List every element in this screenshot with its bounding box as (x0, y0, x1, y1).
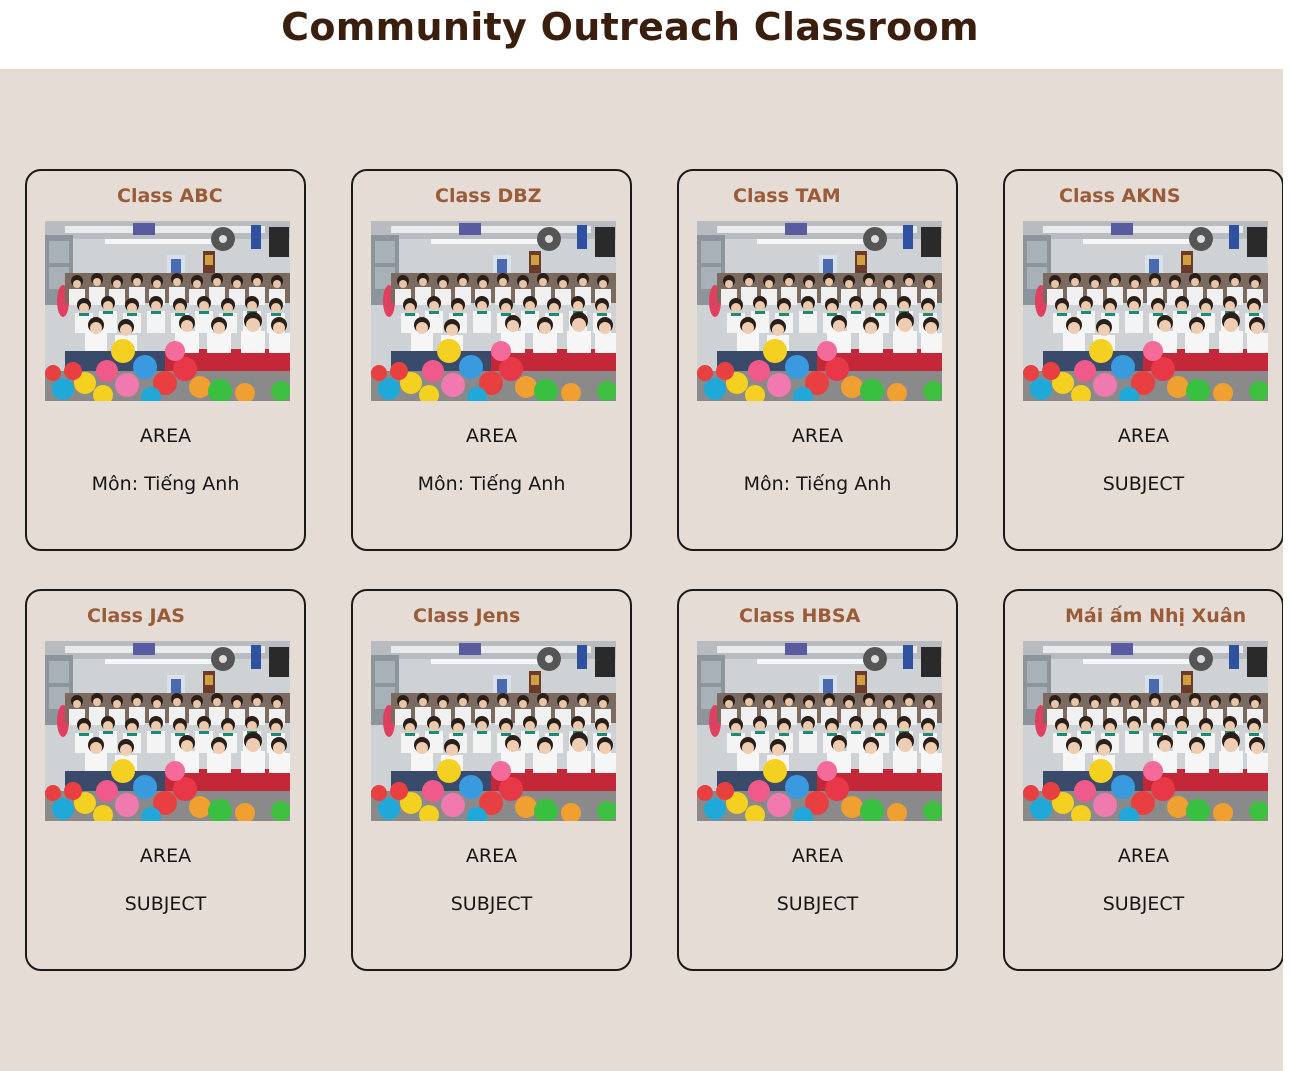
class-subject: Môn: Tiếng Anh (91, 473, 240, 495)
class-photo[interactable] (697, 221, 942, 401)
class-area: AREA (791, 845, 844, 867)
class-photo-image (1023, 221, 1268, 401)
class-photo[interactable] (697, 641, 942, 821)
class-area: AREA (465, 425, 518, 447)
class-photo-image (45, 641, 290, 821)
class-photo-image (697, 641, 942, 821)
class-card[interactable]: Mái ấm Nhị Xuân AREA SUBJECT (1003, 589, 1284, 971)
page-title: Community Outreach Classroom (281, 5, 979, 49)
class-title[interactable]: Class ABC (117, 185, 223, 207)
class-area: AREA (139, 845, 192, 867)
class-subject: SUBJECT (124, 893, 207, 915)
class-subject: SUBJECT (1102, 893, 1185, 915)
class-card[interactable]: Class HBSA AREA SUBJECT (677, 589, 958, 971)
class-photo[interactable] (45, 641, 290, 821)
class-title[interactable]: Class TAM (733, 185, 841, 207)
class-card[interactable]: Class JAS AREA SUBJECT (25, 589, 306, 971)
class-title[interactable]: Class AKNS (1059, 185, 1181, 207)
class-title[interactable]: Class Jens (413, 605, 520, 627)
class-area: AREA (1117, 425, 1170, 447)
scrollbar-track[interactable] (1283, 69, 1292, 1071)
class-subject: SUBJECT (450, 893, 533, 915)
class-card[interactable]: Class DBZ AREA Môn: Tiếng Anh (351, 169, 632, 551)
class-card[interactable]: Class TAM AREA Môn: Tiếng Anh (677, 169, 958, 551)
class-card[interactable]: Class AKNS AREA SUBJECT (1003, 169, 1284, 551)
class-card[interactable]: Class Jens AREA SUBJECT (351, 589, 632, 971)
class-area: AREA (139, 425, 192, 447)
class-area: AREA (1117, 845, 1170, 867)
class-subject: Môn: Tiếng Anh (417, 473, 566, 495)
class-photo-image (1023, 641, 1268, 821)
class-title[interactable]: Class HBSA (739, 605, 860, 627)
class-photo-image (371, 221, 616, 401)
class-title[interactable]: Class JAS (87, 605, 185, 627)
class-title[interactable]: Class DBZ (435, 185, 542, 207)
page-header: Community Outreach Classroom (0, 0, 1292, 69)
class-subject: SUBJECT (776, 893, 859, 915)
class-card[interactable]: Class ABC AREA Môn: Tiếng Anh (25, 169, 306, 551)
class-subject: SUBJECT (1102, 473, 1185, 495)
class-area: AREA (791, 425, 844, 447)
class-photo-image (45, 221, 290, 401)
class-photo[interactable] (1023, 221, 1268, 401)
class-photo[interactable] (1023, 641, 1268, 821)
class-photo[interactable] (371, 641, 616, 821)
class-photo-image (371, 641, 616, 821)
class-photo[interactable] (45, 221, 290, 401)
class-photo[interactable] (371, 221, 616, 401)
class-area: AREA (465, 845, 518, 867)
class-subject: Môn: Tiếng Anh (743, 473, 892, 495)
class-grid: Class ABC AREA Môn: Tiếng Anh Class DBZ … (0, 69, 1284, 1071)
class-photo-image (697, 221, 942, 401)
class-title[interactable]: Mái ấm Nhị Xuân (1065, 605, 1246, 627)
